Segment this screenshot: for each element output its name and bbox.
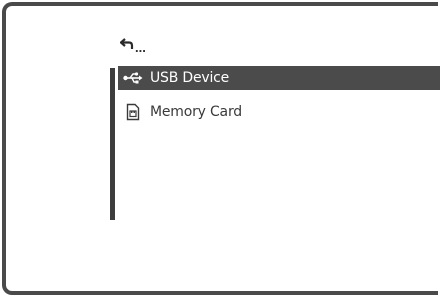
source-menu: USB Device Memory Card (118, 66, 440, 134)
menu-item-label: USB Device (150, 70, 230, 86)
back-label: ... (135, 39, 146, 55)
back-arrow-icon (120, 38, 134, 50)
menu-item-memory-card[interactable]: Memory Card (118, 100, 440, 124)
back-button[interactable]: ... (120, 34, 146, 54)
screen-frame (2, 2, 438, 295)
menu-rail (110, 68, 115, 220)
device-screen: ... USB Device Memory Card (0, 0, 440, 301)
memory-card-icon (122, 102, 144, 122)
menu-item-label: Memory Card (150, 104, 242, 120)
usb-icon (122, 68, 144, 88)
menu-item-usb-device[interactable]: USB Device (118, 66, 440, 90)
